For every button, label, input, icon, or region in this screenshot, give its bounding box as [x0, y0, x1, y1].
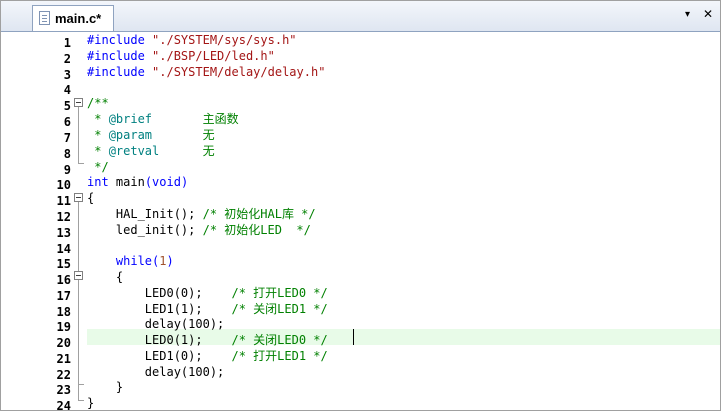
code-line: #include "./BSP/LED/led.h" — [87, 48, 275, 64]
paren: ) — [166, 254, 174, 268]
line-number: 22 — [56, 368, 71, 382]
line-number: 13 — [56, 226, 71, 240]
code-line: led_init(); /* 初始化LED */ — [87, 222, 311, 238]
close-icon[interactable]: ✕ — [703, 7, 713, 21]
doc-tag: @retval — [108, 144, 160, 158]
code-line: int main(void) — [87, 174, 188, 190]
code-line: #include "./SYSTEM/delay/delay.h" — [87, 64, 325, 80]
statement: LED0(1); — [87, 333, 232, 347]
code-line: * @param 无 — [87, 127, 215, 143]
number: 1 — [159, 254, 167, 268]
include-path: "./SYSTEM/delay/delay.h" — [144, 65, 326, 79]
code-line: LED0(0); /* 打开LED0 */ — [87, 285, 328, 301]
code-line: * @brief 主函数 — [87, 111, 239, 127]
line-number: 1 — [63, 36, 71, 50]
line-number: 14 — [56, 242, 71, 256]
paren: ( — [144, 175, 153, 189]
doc-text: 无 — [152, 128, 215, 142]
line-number: 21 — [56, 352, 71, 366]
text-cursor — [353, 329, 354, 345]
tab-bar: main.c* ▾ ✕ — [1, 1, 720, 32]
line-number: 20 — [56, 336, 71, 350]
doc-text: 无 — [159, 144, 215, 158]
statement: LED1(0); — [87, 349, 232, 363]
code-line: LED1(0); /* 打开LED1 */ — [87, 348, 328, 364]
comment: /* 初始化LED */ — [202, 223, 311, 237]
line-number: 18 — [56, 305, 71, 319]
code-editor[interactable]: 1 2 3 4 5 6 7 8 9 10 11 12 13 14 15 16 17 18 19 20 21 22 23 24 … — [1, 32, 720, 413]
comment-prefix: * — [87, 128, 109, 142]
keyword: while — [115, 254, 153, 268]
tab-main-c[interactable]: main.c* — [32, 5, 114, 31]
include-path: "./BSP/LED/led.h" — [144, 49, 275, 63]
code-line: { — [87, 191, 95, 205]
code-line: #include "./SYSTEM/sys/sys.h" — [87, 32, 297, 48]
doc-tag: @param — [108, 128, 153, 142]
fold-toggle-icon[interactable] — [74, 193, 83, 202]
line-number: 19 — [56, 320, 71, 334]
code-line: { — [87, 270, 124, 284]
code-line: delay(100); — [87, 317, 225, 331]
comment: /* 初始化HAL库 */ — [202, 207, 316, 221]
doc-tag: @brief — [108, 112, 153, 126]
line-number: 9 — [63, 163, 71, 177]
code-line: */ — [87, 160, 109, 174]
code-line: /** — [87, 96, 109, 110]
line-number: 15 — [56, 257, 71, 271]
fold-end-marker — [78, 400, 84, 401]
tab-list-dropdown-icon[interactable]: ▾ — [685, 9, 690, 20]
keyword: int — [87, 175, 109, 189]
statement: LED0(0); — [87, 286, 232, 300]
line-number: 6 — [63, 115, 71, 129]
code-line: * @retval 无 — [87, 143, 215, 159]
comment: /* 关闭LED1 */ — [231, 302, 328, 316]
code-line: } — [87, 396, 95, 410]
fold-end-marker — [78, 384, 84, 385]
preprocessor-directive: #include — [87, 33, 145, 47]
line-number: 24 — [56, 399, 71, 413]
preprocessor-directive: #include — [87, 65, 145, 79]
include-path: "./SYSTEM/sys/sys.h" — [144, 33, 297, 47]
comment: /* 关闭LED0 */ — [231, 333, 328, 347]
line-number: 5 — [63, 99, 71, 113]
fold-guide — [78, 202, 79, 400]
line-number: 12 — [56, 210, 71, 224]
fold-guide — [78, 107, 79, 163]
keyword: void — [152, 175, 181, 189]
line-number: 4 — [63, 83, 71, 97]
line-number: 10 — [56, 178, 71, 192]
fold-end-marker — [78, 163, 84, 164]
line-number: 23 — [56, 383, 71, 397]
code-line: LED1(1); /* 关闭LED1 */ — [87, 301, 328, 317]
line-number: 7 — [63, 131, 71, 145]
statement: HAL_Init(); — [87, 207, 203, 221]
statement: led_init(); — [87, 223, 203, 237]
comment: /* 打开LED1 */ — [231, 349, 328, 363]
comment: /* 打开LED0 */ — [231, 286, 328, 300]
code-line: LED0(1); /* 关闭LED0 */ — [87, 332, 328, 348]
line-number: 17 — [56, 289, 71, 303]
fold-toggle-icon[interactable] — [74, 98, 83, 107]
line-number: 2 — [63, 52, 71, 66]
code-line: delay(100); — [87, 365, 225, 379]
line-number: 3 — [63, 68, 71, 82]
code-line: HAL_Init(); /* 初始化HAL库 */ — [87, 206, 316, 222]
line-number: 11 — [56, 194, 71, 208]
line-number: 8 — [63, 147, 71, 161]
statement: LED1(1); — [87, 302, 232, 316]
comment-prefix: * — [87, 144, 109, 158]
fold-toggle-icon[interactable] — [74, 271, 83, 280]
function-name: main — [108, 175, 145, 189]
line-number: 16 — [56, 273, 71, 287]
doc-text: 主函数 — [152, 112, 239, 126]
editor-window: main.c* ▾ ✕ 1 2 3 4 5 6 7 8 9 10 11 12 13 14 15 16 17 18 1… — [0, 0, 721, 413]
preprocessor-directive: #include — [87, 49, 145, 63]
comment-prefix: * — [87, 112, 109, 126]
code-line: } — [87, 380, 124, 394]
code-line: while(1) — [87, 253, 174, 269]
tab-label: main.c* — [55, 11, 102, 26]
paren: ) — [180, 175, 189, 189]
file-icon — [39, 11, 50, 25]
